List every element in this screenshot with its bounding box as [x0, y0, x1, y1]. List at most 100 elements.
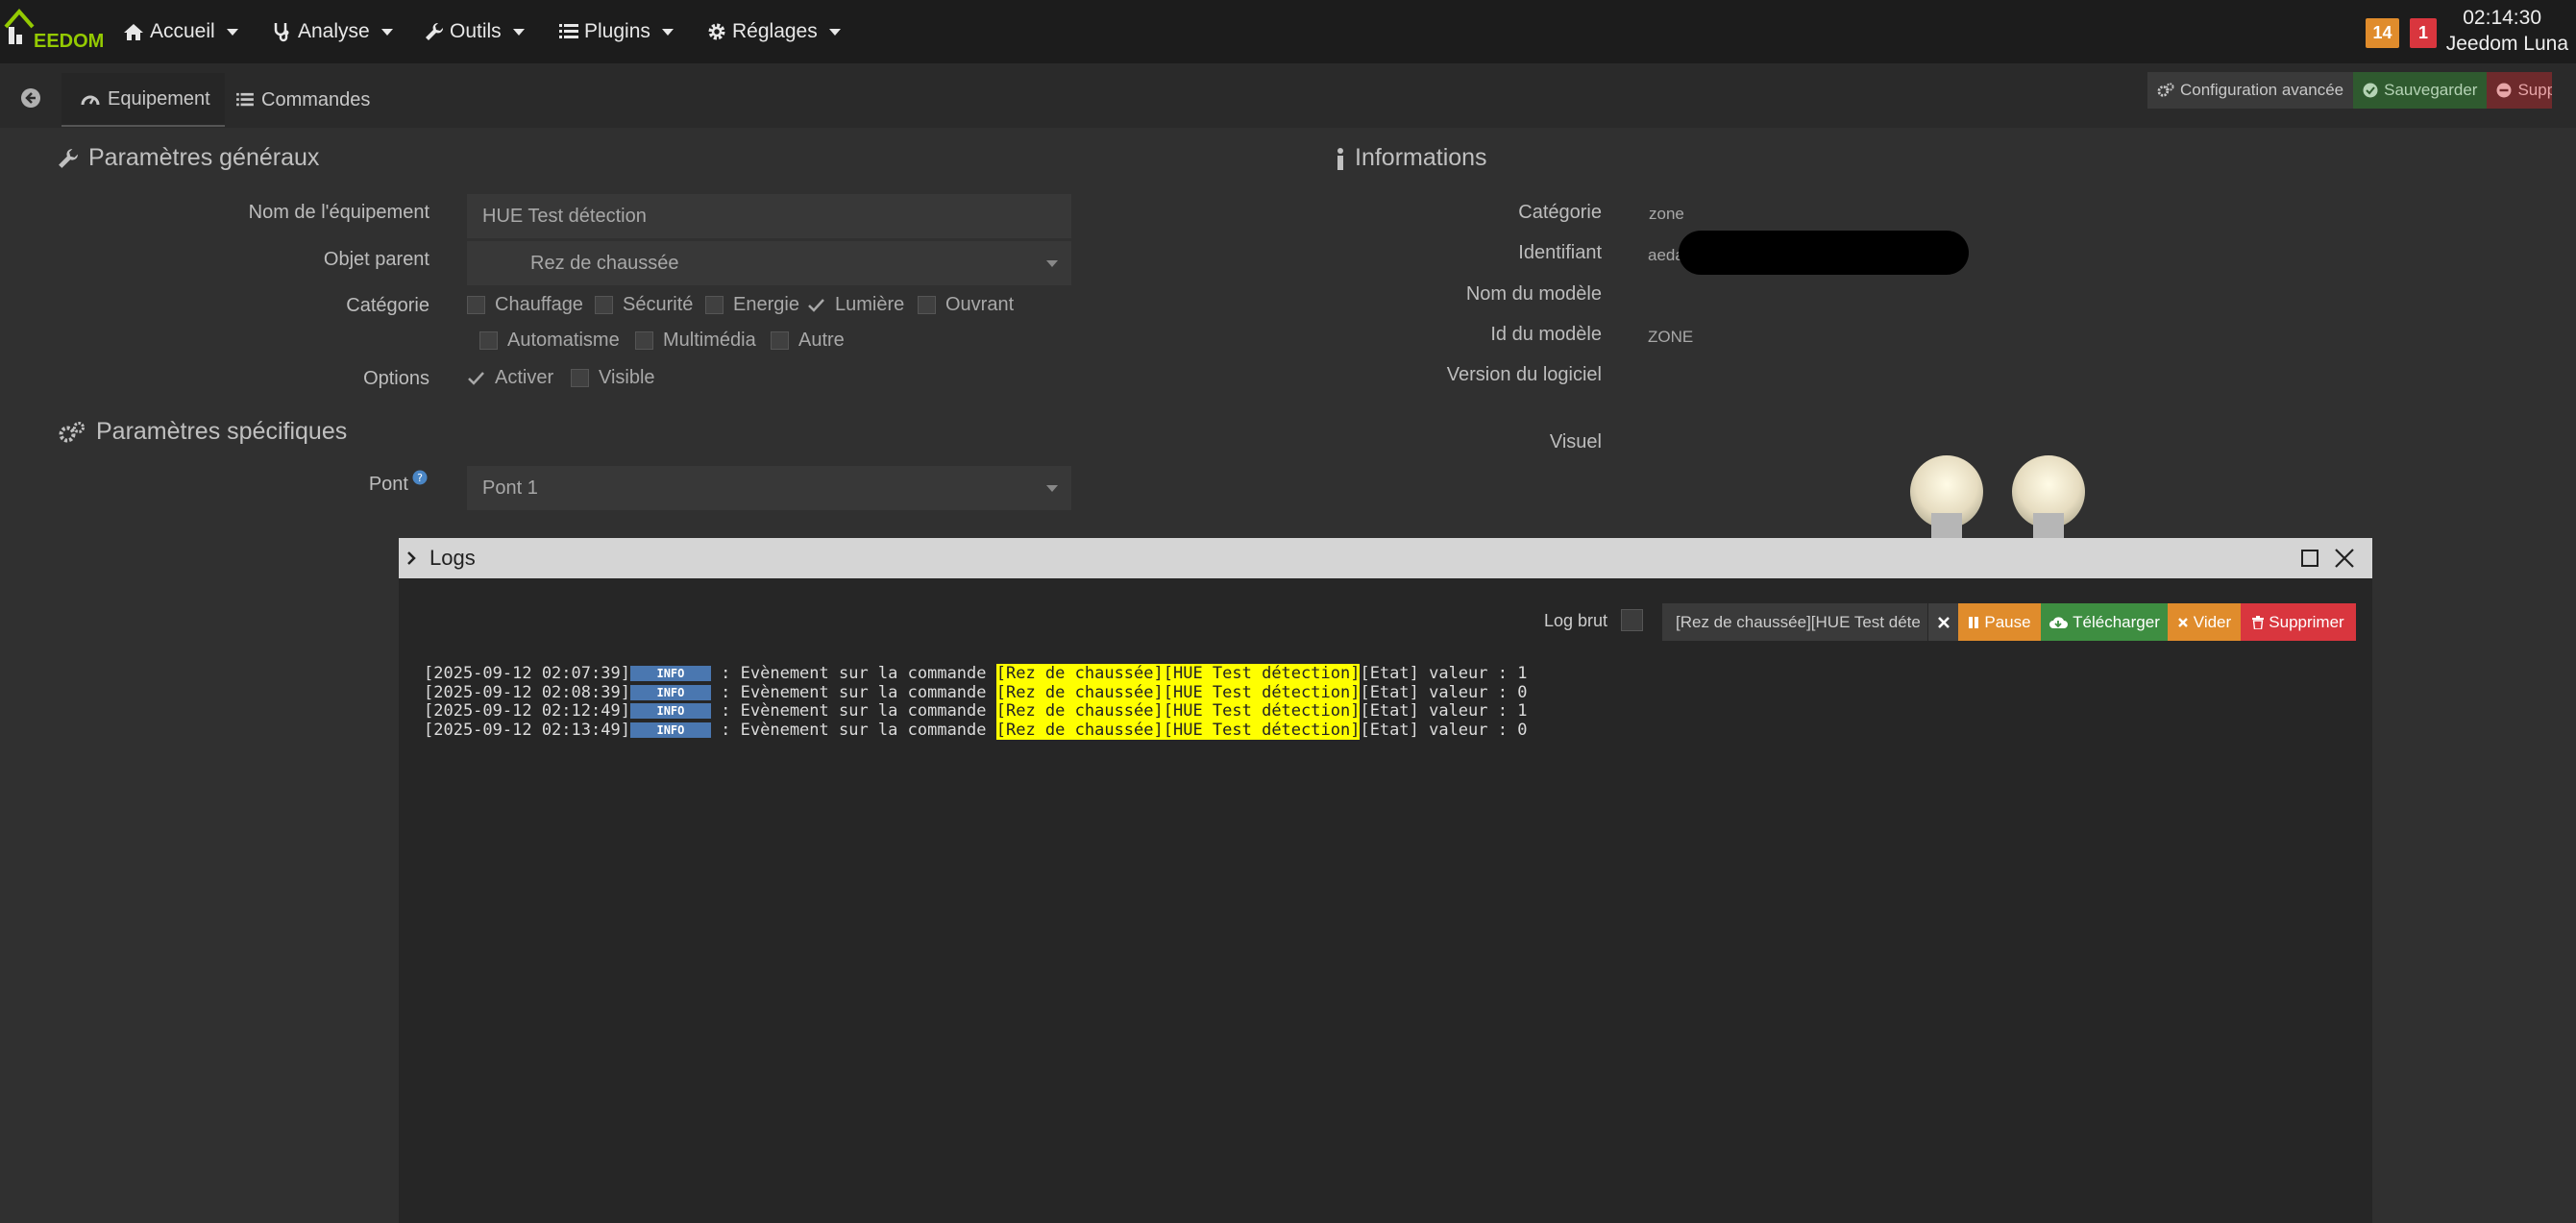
button-label: Configuration avancée: [2180, 81, 2344, 99]
gears-icon: [59, 421, 85, 442]
list-icon: [559, 24, 578, 38]
gears-icon: [2157, 83, 2174, 97]
section-title-text: Paramètres spécifiques: [96, 418, 348, 445]
delete-button[interactable]: Supprimer: [2487, 72, 2553, 109]
informations-title: Informations: [1336, 144, 1487, 172]
jeedom-logo[interactable]: EEDOM: [2, 6, 104, 54]
option-activer[interactable]: Activer: [467, 367, 553, 389]
save-button[interactable]: Sauvegarder: [2353, 72, 2488, 109]
checkbox[interactable]: [595, 296, 613, 314]
log-line: [2025-09-12 02:13:49] INFO : Evènement su…: [424, 720, 1527, 741]
warning-badge[interactable]: 14: [2366, 18, 2399, 48]
checkbox-label: Visible: [599, 367, 655, 388]
nav-reglages[interactable]: Réglages: [707, 0, 841, 63]
category-energie[interactable]: Energie: [705, 294, 799, 316]
category-automatisme[interactable]: Automatisme: [479, 330, 620, 352]
checkbox[interactable]: [479, 331, 498, 350]
info-model-id-value: ZONE: [1648, 328, 1694, 346]
option-visible[interactable]: Visible: [571, 367, 655, 389]
tab-equipement[interactable]: Equipement: [61, 73, 225, 127]
checkmark-icon[interactable]: [807, 296, 825, 314]
clear-log-button[interactable]: Vider: [2168, 603, 2241, 641]
download-button[interactable]: Télécharger: [2041, 603, 2168, 641]
info-icon: [1337, 147, 1343, 170]
log-line: [2025-09-12 02:07:39] INFO : Evènement su…: [424, 664, 1528, 684]
info-category-label: Catégorie: [1518, 202, 1602, 223]
chevron-down-icon: [226, 28, 238, 36]
checkbox-label: Multimédia: [663, 330, 756, 351]
category-chauffage[interactable]: Chauffage: [467, 294, 583, 316]
checkbox[interactable]: [635, 331, 653, 350]
nav-label: Plugins: [584, 20, 650, 42]
log-tail: [Etat] valeur : 1: [1360, 701, 1528, 721]
modal-title: Logs: [429, 546, 476, 570]
category-ouvrant[interactable]: Ouvrant: [918, 294, 1014, 316]
nav-analyse[interactable]: Analyse: [273, 0, 393, 63]
log-highlight: [Rez de chaussée][HUE Test détection]: [995, 701, 1361, 721]
bridge-select[interactable]: Pont 1: [467, 466, 1071, 510]
checkbox-label: Lumière: [835, 294, 905, 315]
tab-commandes[interactable]: Commandes: [236, 73, 370, 127]
check-circle-icon: [2363, 83, 2378, 98]
checkbox[interactable]: [705, 296, 724, 314]
log-level-badge: INFO: [629, 722, 711, 738]
top-navbar: EEDOM Accueil Analyse Outils Plugins Rég…: [0, 0, 2576, 63]
logs-modal: Logs Log brut [Rez de chaussée][HUE Test…: [399, 538, 2372, 1223]
options-label: Options: [363, 368, 429, 389]
user-name[interactable]: Jeedom Luna: [2446, 33, 2568, 56]
log-tail: [Etat] valeur : 0: [1360, 682, 1528, 702]
checkbox[interactable]: [467, 296, 485, 314]
close-icon[interactable]: [2334, 548, 2355, 569]
category-multimedia[interactable]: Multimédia: [635, 330, 756, 352]
chevron-down-icon: [1046, 485, 1058, 492]
chevron-down-icon: [661, 28, 674, 36]
button-label: Sauvegarder: [2384, 81, 2478, 99]
equipment-name-input[interactable]: HUE Test détection: [467, 194, 1071, 238]
checkbox-label: Chauffage: [495, 294, 583, 315]
category-securite[interactable]: Sécurité: [595, 294, 693, 316]
bulb-image: [2012, 455, 2085, 538]
name-label: Nom de l'équipement: [248, 202, 429, 223]
nav-accueil[interactable]: Accueil: [123, 0, 238, 63]
bridge-label: Pont: [368, 474, 408, 495]
log-level-badge: INFO: [629, 703, 711, 719]
wrench-icon: [59, 148, 78, 168]
log-search-input[interactable]: [Rez de chaussée][HUE Test déte: [1662, 603, 1927, 641]
advanced-config-button[interactable]: Configuration avancée: [2147, 72, 2354, 109]
nav-label: Réglages: [732, 20, 818, 42]
checkbox[interactable]: [918, 296, 936, 314]
alert-badge[interactable]: 1: [2410, 18, 2437, 48]
maximize-icon[interactable]: [2301, 550, 2318, 567]
log-text: : Evènement sur la commande: [710, 682, 996, 702]
button-label: Pause: [1984, 613, 2031, 631]
button-label: Vider: [2193, 613, 2232, 631]
home-icon: [124, 24, 143, 40]
checkbox-label: Energie: [733, 294, 799, 315]
category-lumiere[interactable]: Lumière: [807, 294, 904, 316]
checkbox[interactable]: [771, 331, 789, 350]
info-software-label: Version du logiciel: [1446, 364, 1602, 385]
nav-plugins[interactable]: Plugins: [559, 0, 674, 63]
pause-button[interactable]: Pause: [1958, 603, 2041, 641]
nav-label: Analyse: [298, 20, 370, 42]
delete-log-button[interactable]: Supprimer: [2241, 603, 2356, 641]
cloud-download-icon: [2049, 616, 2069, 628]
modal-header[interactable]: Logs: [399, 538, 2372, 578]
parent-object-select[interactable]: Rez de chaussée: [467, 241, 1071, 285]
nav-outils[interactable]: Outils: [425, 0, 525, 63]
log-brut-label: Log brut: [1544, 611, 1608, 630]
section-title-text: Paramètres généraux: [88, 144, 320, 171]
category-autre[interactable]: Autre: [771, 330, 845, 352]
log-output: [2025-09-12 02:07:39] INFO : Evènement su…: [424, 664, 1528, 741]
help-icon[interactable]: ?: [412, 470, 428, 490]
checkmark-icon[interactable]: [467, 369, 485, 387]
log-tail: [Etat] valeur : 1: [1360, 664, 1528, 683]
chevron-down-icon: [512, 28, 525, 36]
log-brut-checkbox[interactable]: [1621, 609, 1643, 631]
wrench-icon: [426, 22, 444, 40]
checkbox[interactable]: [571, 369, 589, 387]
checkbox-label: Automatisme: [507, 330, 620, 351]
clear-search-button[interactable]: [1928, 603, 1958, 641]
back-button[interactable]: [6, 73, 56, 123]
log-level-badge: INFO: [629, 684, 711, 700]
